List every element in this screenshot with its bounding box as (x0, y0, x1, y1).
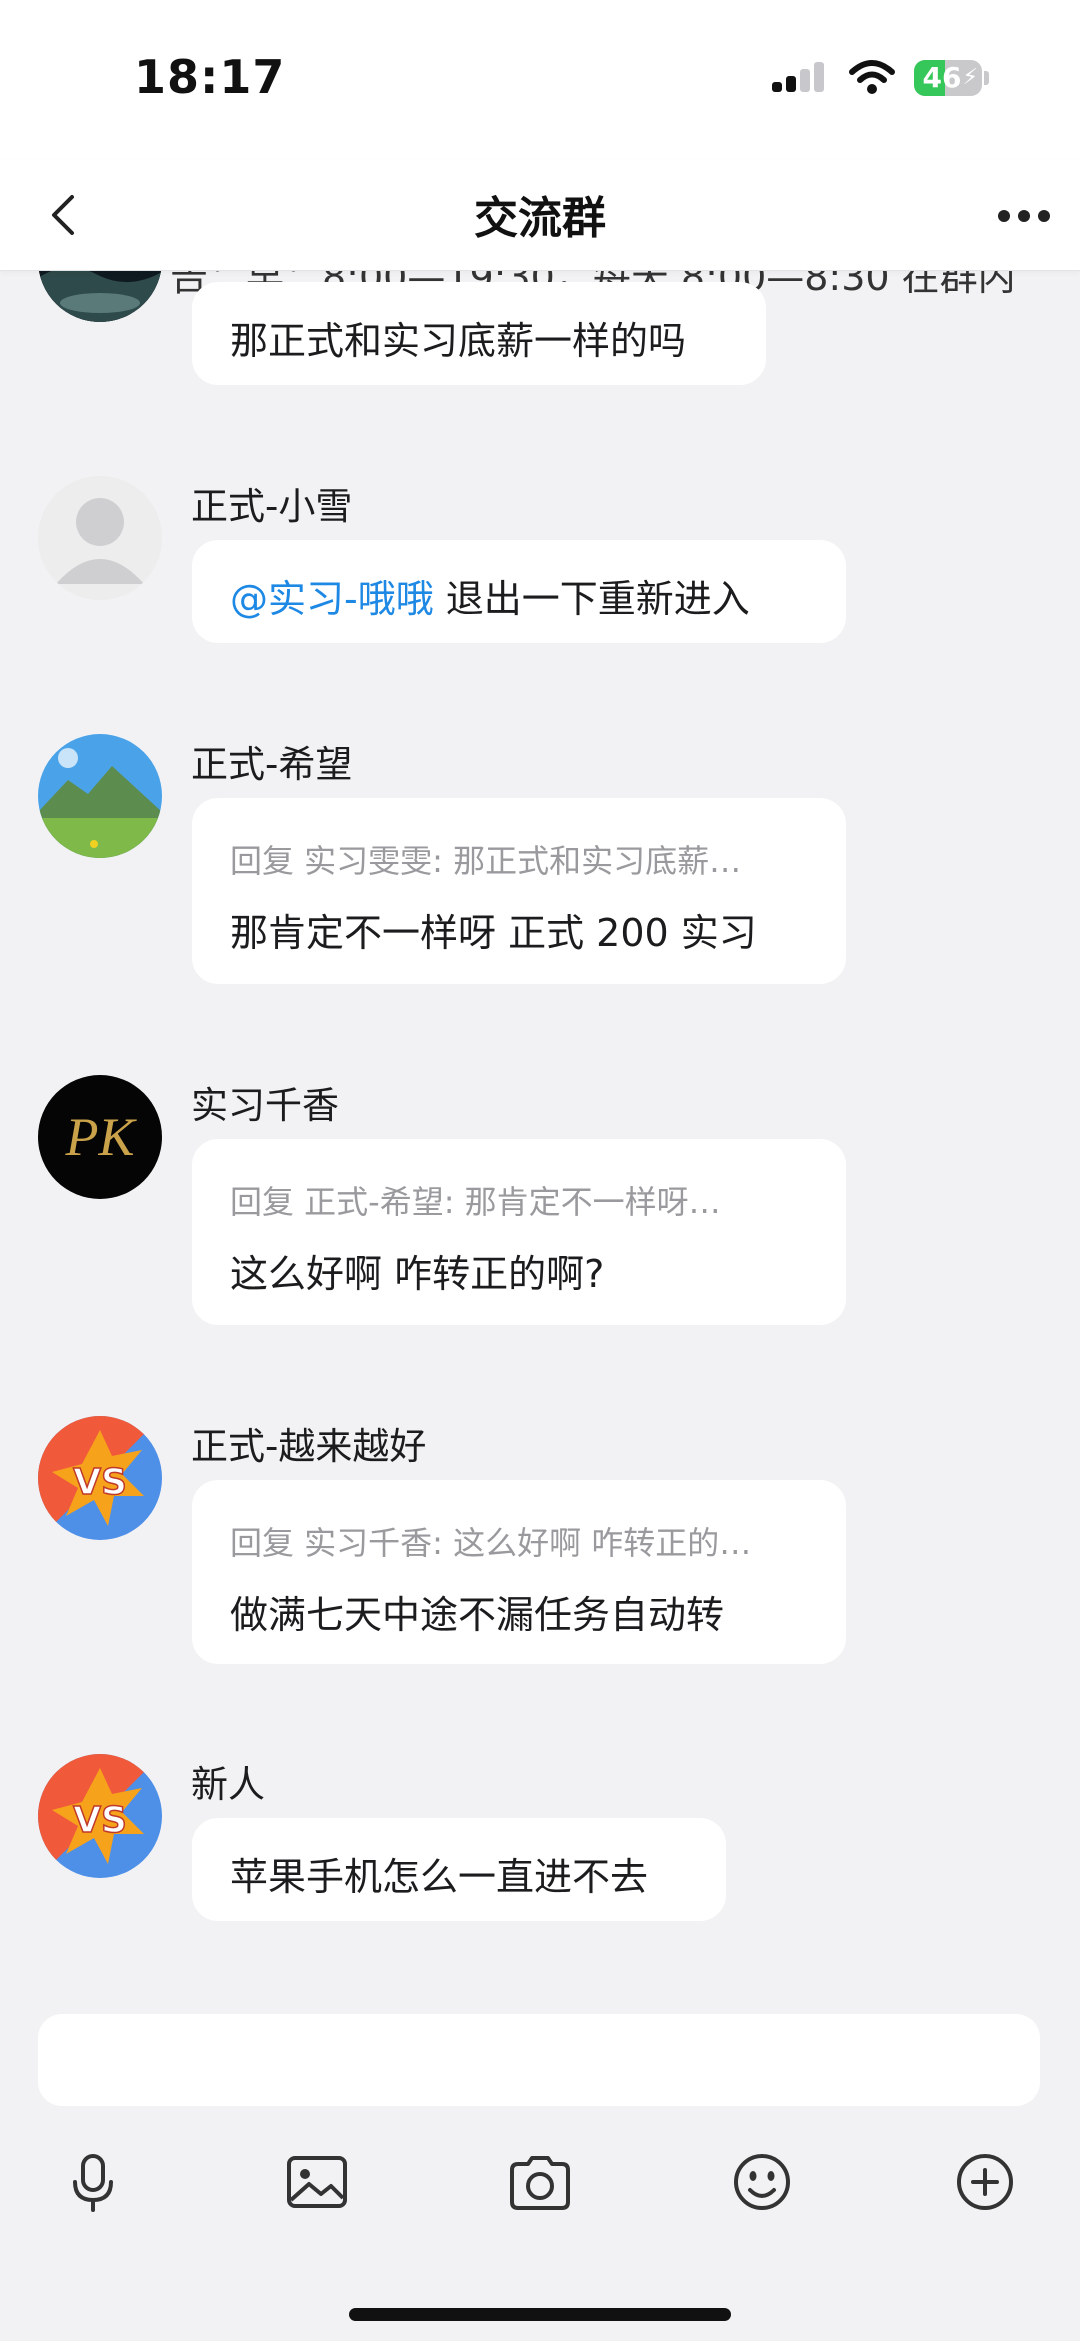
message-bubble[interactable]: 回复 正式-希望: 那肯定不一样呀… 这么好啊 咋转正的啊? (192, 1139, 846, 1325)
chat-message-list[interactable]: 告：早：8:00—19:30，每天 8:00—8:30 在群内 那正式和实习底薪… (0, 270, 1080, 1976)
avatar[interactable]: VS (38, 1416, 162, 1540)
avatar[interactable]: VS (38, 1754, 162, 1878)
message-text: 那肯定不一样呀 正式 200 实习 (230, 911, 757, 955)
message-input-area (0, 1976, 1080, 2341)
status-bar: 18:17 46 ⚡ (0, 0, 1080, 160)
sender-name: 实习千香 (191, 1084, 339, 1127)
status-time: 18:17 (134, 50, 286, 104)
battery-cap (984, 71, 989, 85)
pk-logo-avatar-icon: PK (38, 1075, 162, 1199)
mention-link[interactable]: @实习-哦哦 (230, 577, 434, 621)
message-text: 做满七天中途不漏任务自动转 (230, 1593, 725, 1637)
cellular-signal-icon (772, 62, 824, 92)
svg-text:VS: VS (73, 1462, 127, 1503)
message-text: 那正式和实习底薪一样的吗 (230, 319, 687, 363)
message-bubble[interactable]: @实习-哦哦 退出一下重新进入 (192, 540, 846, 643)
sender-name: 正式-小雪 (191, 485, 353, 528)
reply-quote[interactable]: 回复 实习雯雯: 那正式和实习底薪… (230, 836, 808, 882)
message-text: @实习-哦哦 退出一下重新进入 (230, 568, 808, 623)
avatar[interactable] (38, 270, 162, 322)
vs-badge-avatar-icon: VS (38, 1754, 162, 1878)
message-text-body: 退出一下重新进入 (433, 577, 750, 621)
reply-quote[interactable]: 回复 正式-希望: 那肯定不一样呀… (230, 1177, 808, 1223)
message-bubble[interactable]: 那正式和实习底薪一样的吗 (192, 282, 766, 385)
message-text: 这么好啊 咋转正的啊? (230, 1252, 605, 1296)
wifi-icon (849, 60, 895, 94)
default-user-avatar-icon (38, 476, 162, 600)
message-bubble[interactable]: 苹果手机怎么一直进不去 (192, 1818, 726, 1921)
chat-title: 交流群 (474, 193, 606, 244)
plus-icon[interactable] (949, 2146, 1021, 2218)
message-text: 苹果手机怎么一直进不去 (230, 1855, 649, 1899)
charging-bolt-icon: ⚡ (962, 65, 978, 90)
avatar[interactable]: PK (38, 1075, 162, 1199)
more-options-icon[interactable] (994, 186, 1054, 246)
battery-indicator: 46 ⚡ (914, 60, 982, 96)
svg-text:PK: PK (64, 1107, 137, 1167)
avatar[interactable] (38, 734, 162, 858)
navigation-bar: 交流群 (0, 160, 1080, 271)
reply-quote[interactable]: 回复 实习千香: 这么好啊 咋转正的… (230, 1518, 808, 1564)
message-input[interactable] (38, 2014, 1040, 2106)
mountain-landscape-avatar-icon (38, 734, 162, 858)
svg-text:VS: VS (73, 1800, 127, 1841)
sender-name: 正式-越来越好 (191, 1425, 427, 1468)
message-bubble[interactable]: 回复 实习雯雯: 那正式和实习底薪… 那肯定不一样呀 正式 200 实习 (192, 798, 846, 984)
microphone-icon[interactable] (57, 2146, 129, 2218)
home-indicator[interactable] (349, 2308, 731, 2321)
vs-badge-avatar-icon: VS (38, 1416, 162, 1540)
camera-icon[interactable] (504, 2146, 576, 2218)
image-icon[interactable] (281, 2146, 353, 2218)
sender-name: 新人 (191, 1763, 265, 1806)
message-bubble[interactable]: 回复 实习千香: 这么好啊 咋转正的… 做满七天中途不漏任务自动转 (192, 1480, 846, 1664)
landscape-dark-avatar-icon (38, 270, 162, 322)
sender-name: 正式-希望 (191, 743, 353, 786)
emoji-icon[interactable] (726, 2146, 798, 2218)
avatar[interactable] (38, 476, 162, 600)
